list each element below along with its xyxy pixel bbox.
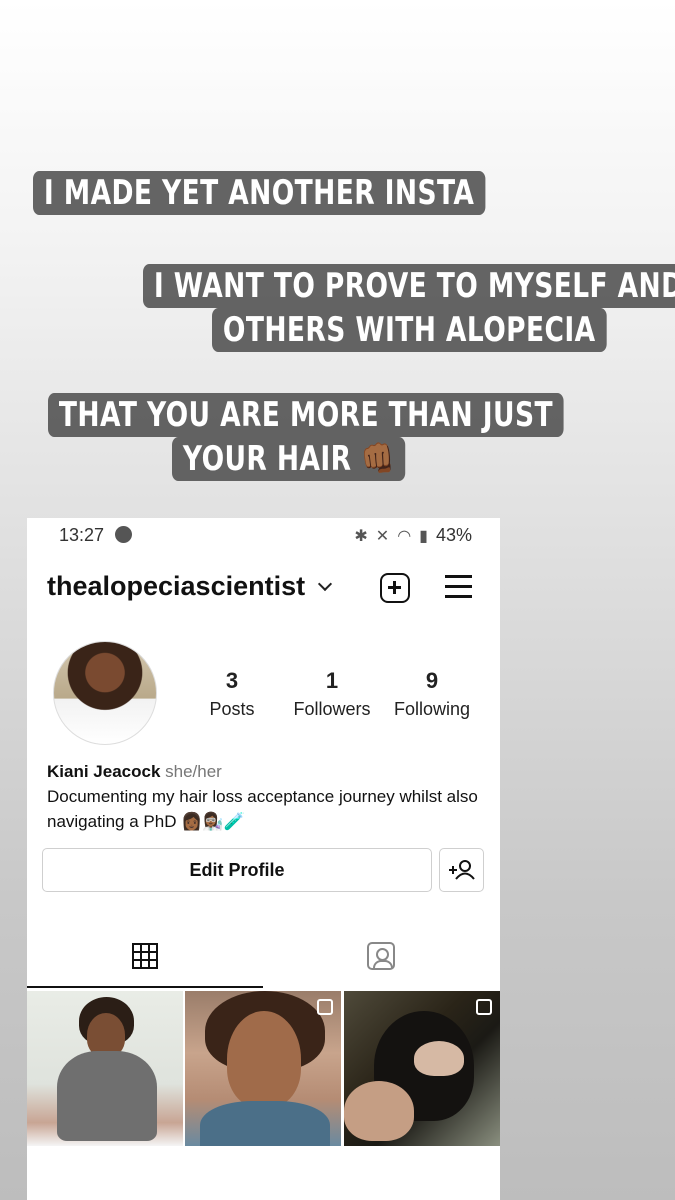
instagram-profile-screenshot: 13:27 ✱ ✕ ◠ ▮ 43% thealopeciascientist 3… xyxy=(27,518,500,1200)
battery-percent: 43% xyxy=(435,525,472,545)
wifi-icon: ◠ xyxy=(397,527,412,545)
followers-count: 1 xyxy=(325,668,339,693)
following-stat[interactable]: 9 Following xyxy=(390,668,474,720)
following-label: Following xyxy=(393,699,471,719)
status-icons: ✱ ✕ ◠ ▮ 43% xyxy=(354,525,472,546)
hamburger-menu-icon[interactable] xyxy=(445,575,472,599)
tagged-person-icon xyxy=(367,942,395,970)
bluetooth-icon: ✱ xyxy=(354,527,368,545)
plus-square-icon[interactable] xyxy=(380,573,410,603)
avatar[interactable] xyxy=(53,641,157,745)
posts-count: 3 xyxy=(225,668,239,693)
tab-posts-grid[interactable] xyxy=(27,930,263,988)
profile-header: thealopeciascientist xyxy=(27,568,500,608)
spotify-icon xyxy=(115,526,132,543)
post-thumbnail-2[interactable] xyxy=(185,991,341,1146)
username[interactable]: thealopeciascientist xyxy=(47,571,305,602)
followers-stat[interactable]: 1 Followers xyxy=(289,668,375,720)
add-person-button[interactable] xyxy=(439,848,484,892)
grid-icon xyxy=(132,943,158,969)
post-thumbnail-1[interactable] xyxy=(27,991,183,1146)
carousel-icon xyxy=(476,999,492,1015)
story-caption-line-3: OTHERS WITH ALOPECIA xyxy=(212,308,607,352)
person-plus-icon xyxy=(449,860,475,880)
profile-name-line: Kiani Jeacock she/her xyxy=(47,762,222,782)
story-caption-line-2: I WANT TO PROVE TO MYSELF AND xyxy=(143,264,675,308)
story-caption-line-1: I MADE YET ANOTHER INSTA xyxy=(33,171,486,215)
story-caption-line-5: YOUR HAIR 👊🏾 xyxy=(172,437,406,481)
story-caption-line-4: THAT YOU ARE MORE THAN JUST xyxy=(48,393,564,437)
pronouns: she/her xyxy=(165,762,222,781)
followers-label: Followers xyxy=(293,699,371,719)
status-time: 13:27 xyxy=(59,525,105,545)
profile-bio: Documenting my hair loss acceptance jour… xyxy=(47,787,478,831)
status-bar: 13:27 ✱ ✕ ◠ ▮ 43% xyxy=(27,518,500,552)
posts-stat[interactable]: 3 Posts xyxy=(202,668,262,720)
carousel-icon xyxy=(317,999,333,1015)
tab-tagged[interactable] xyxy=(264,930,500,988)
chevron-down-icon[interactable] xyxy=(317,576,333,592)
following-count: 9 xyxy=(425,668,439,693)
display-name: Kiani Jeacock xyxy=(47,762,161,781)
posts-label: Posts xyxy=(209,699,255,719)
signal-icon: ▮ xyxy=(419,527,428,545)
edit-profile-button[interactable]: Edit Profile xyxy=(42,848,432,892)
mute-icon: ✕ xyxy=(375,527,390,545)
post-thumbnail-3[interactable] xyxy=(344,991,500,1146)
